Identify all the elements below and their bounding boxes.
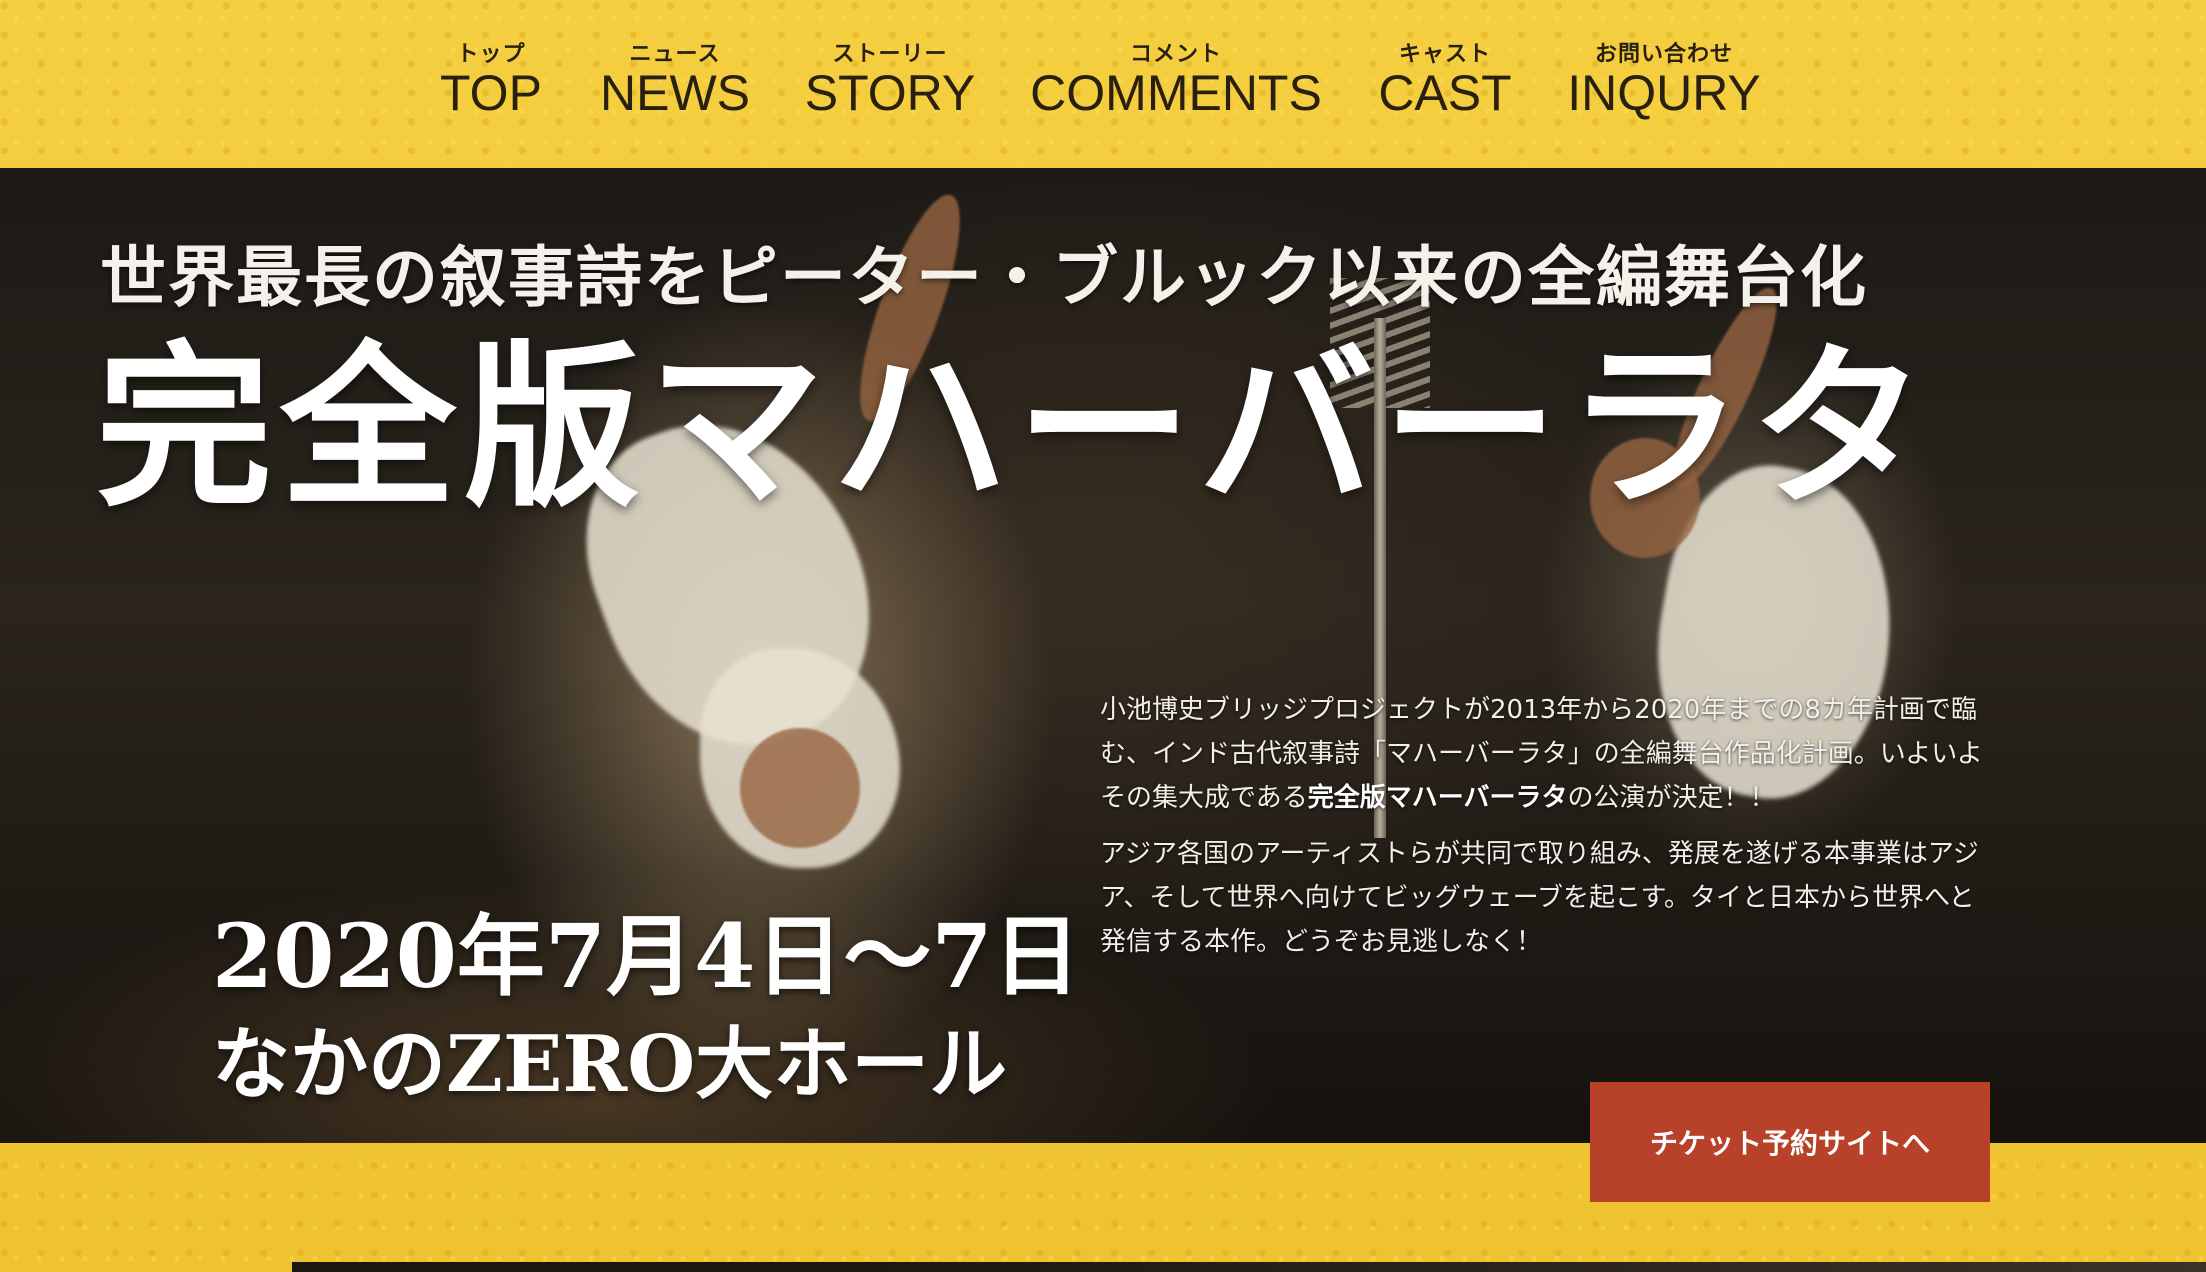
hero-description: 小池博史ブリッジプロジェクトが2013年から2020年までの8カ年計画で臨む、イ… [1100, 688, 2000, 976]
main-nav: トップ TOP ニュース NEWS ストーリー STORY コメント COMME… [0, 0, 2206, 168]
event-venue: なかのZERO大ホール [212, 1019, 1008, 1110]
event-date: 2020年7月4日～7日 [212, 904, 1081, 1008]
nav-item-inquiry-label: INQURY [1567, 65, 1761, 121]
ticket-reservation-button[interactable]: チケット予約サイトへ [1590, 1082, 1990, 1202]
hero-subtitle: 世界最長の叙事詩をピーター・ブルック以来の全編舞台化 [100, 238, 1868, 316]
nav-item-comments-label: COMMENTS [1030, 65, 1322, 121]
description-paragraph-1: 小池博史ブリッジプロジェクトが2013年から2020年までの8カ年計画で臨む、イ… [1100, 688, 2000, 820]
nav-item-top[interactable]: トップ TOP [436, 0, 546, 168]
description-paragraph-2: アジア各国のアーティストらが共同で取り組み、発展を遂げる本事業はアジア、そして世… [1100, 839, 1979, 957]
nav-item-story[interactable]: ストーリー STORY [802, 0, 978, 168]
nav-item-news[interactable]: ニュース NEWS [598, 0, 752, 168]
description-highlight: 完全版マハーバーラタ [1307, 783, 1568, 813]
nav-item-cast[interactable]: キャスト CAST [1374, 0, 1516, 168]
next-section-edge [292, 1262, 2206, 1272]
description-text-1b: の公演が決定！！ [1567, 783, 1776, 813]
nav-item-cast-label: CAST [1378, 65, 1512, 121]
hero-title: 完全版マハーバーラタ [96, 324, 1935, 531]
nav-item-inquiry[interactable]: お問い合わせ INQURY [1566, 0, 1762, 168]
dancer-left-head-image [740, 728, 860, 848]
nav-item-top-label: TOP [440, 65, 542, 121]
nav-item-news-label: NEWS [600, 65, 750, 121]
hero-banner: 世界最長の叙事詩をピーター・ブルック以来の全編舞台化 完全版マハーバーラタ 20… [0, 168, 2206, 1143]
nav-item-comments[interactable]: コメント COMMENTS [1026, 0, 1326, 168]
nav-item-story-label: STORY [804, 65, 976, 121]
